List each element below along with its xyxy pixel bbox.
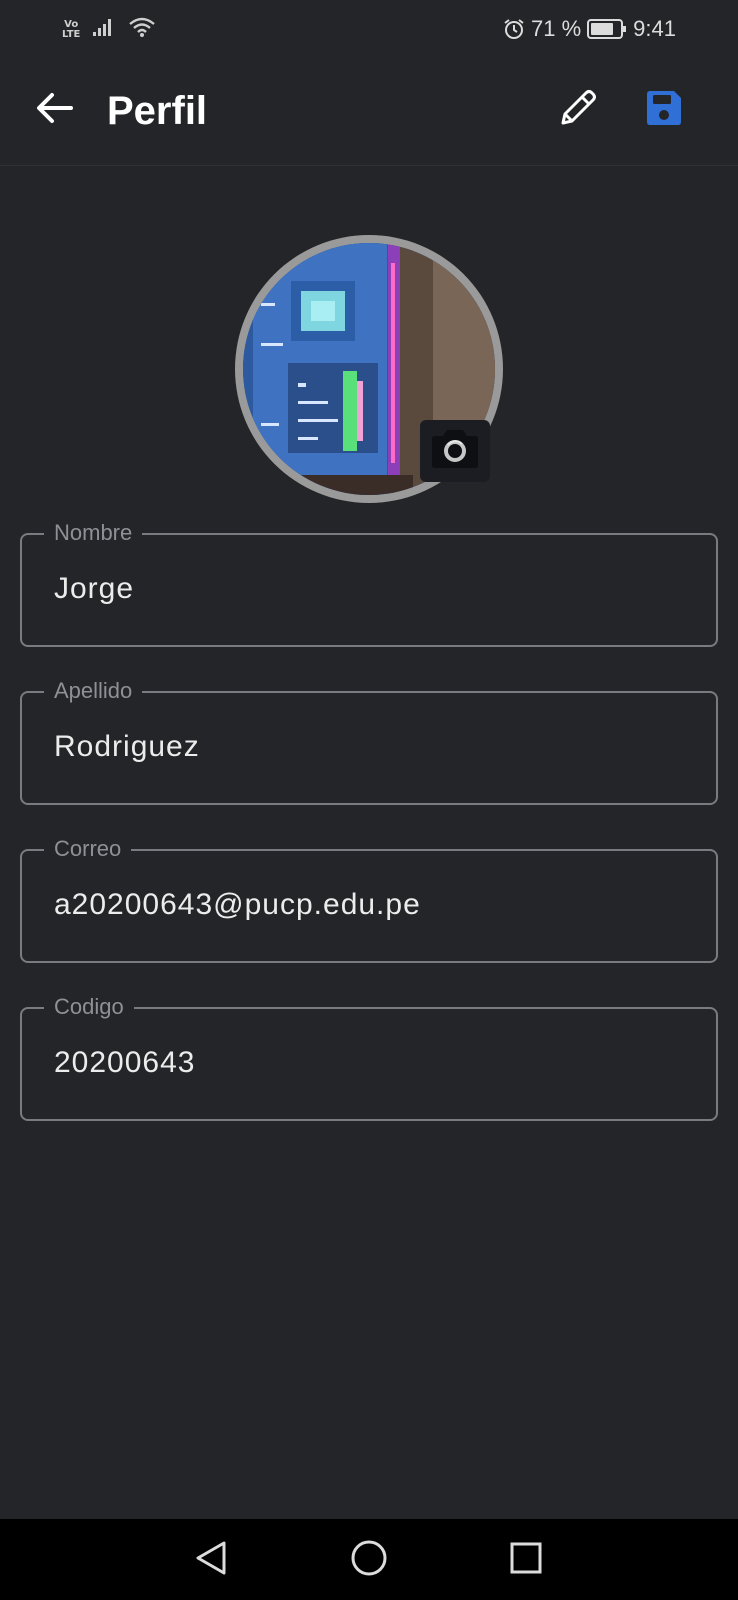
status-right: 71 % 9:41 <box>503 16 676 42</box>
codigo-value[interactable]: 20200643 <box>54 1043 195 1083</box>
apellido-value[interactable]: Rodriguez <box>54 727 200 767</box>
edit-button[interactable] <box>552 84 604 136</box>
recents-square-icon <box>509 1541 543 1580</box>
app-bar: Perfil <box>0 58 738 166</box>
nombre-field[interactable]: Nombre Jorge <box>20 519 718 647</box>
back-triangle-icon <box>194 1540 228 1581</box>
back-button[interactable] <box>30 86 78 134</box>
change-photo-button[interactable] <box>420 420 490 482</box>
status-bar: Vo LTE 71 % 9:41 <box>0 0 738 58</box>
volte-indicator: Vo LTE <box>62 18 81 40</box>
floppy-disk-icon <box>644 88 684 133</box>
signal-icon <box>92 17 116 42</box>
nav-back-button[interactable] <box>190 1539 232 1581</box>
nav-recents-button[interactable] <box>505 1539 547 1581</box>
battery-icon <box>587 18 627 40</box>
codigo-field[interactable]: Codigo 20200643 <box>20 993 718 1121</box>
home-circle-icon <box>350 1539 388 1582</box>
apellido-field[interactable]: Apellido Rodriguez <box>20 677 718 805</box>
system-nav-bar <box>0 1519 738 1600</box>
nav-home-button[interactable] <box>348 1539 390 1581</box>
nombre-value[interactable]: Jorge <box>54 569 134 609</box>
apellido-label: Apellido <box>44 677 143 705</box>
wifi-icon <box>128 16 156 43</box>
status-left: Vo LTE <box>62 16 156 43</box>
camera-icon <box>428 427 482 476</box>
codigo-label: Codigo <box>44 993 134 1021</box>
correo-value[interactable]: a20200643@pucp.edu.pe <box>54 885 421 925</box>
correo-label: Correo <box>44 835 132 863</box>
nombre-label: Nombre <box>44 519 143 547</box>
volte-bottom: LTE <box>62 28 81 40</box>
pencil-icon <box>557 87 599 134</box>
battery-percent: 71 % <box>531 16 582 41</box>
page-title: Perfil <box>107 89 208 133</box>
arrow-left-icon <box>35 92 73 129</box>
profile-screen: Vo LTE 71 % 9:41 Perfil Nombre Jorge Ape… <box>0 0 738 1600</box>
alarm-icon <box>503 18 525 40</box>
save-button[interactable] <box>638 84 690 136</box>
correo-field[interactable]: Correo a20200643@pucp.edu.pe <box>20 835 718 963</box>
clock: 9:41 <box>633 16 676 41</box>
volte-top: Vo <box>64 18 79 30</box>
